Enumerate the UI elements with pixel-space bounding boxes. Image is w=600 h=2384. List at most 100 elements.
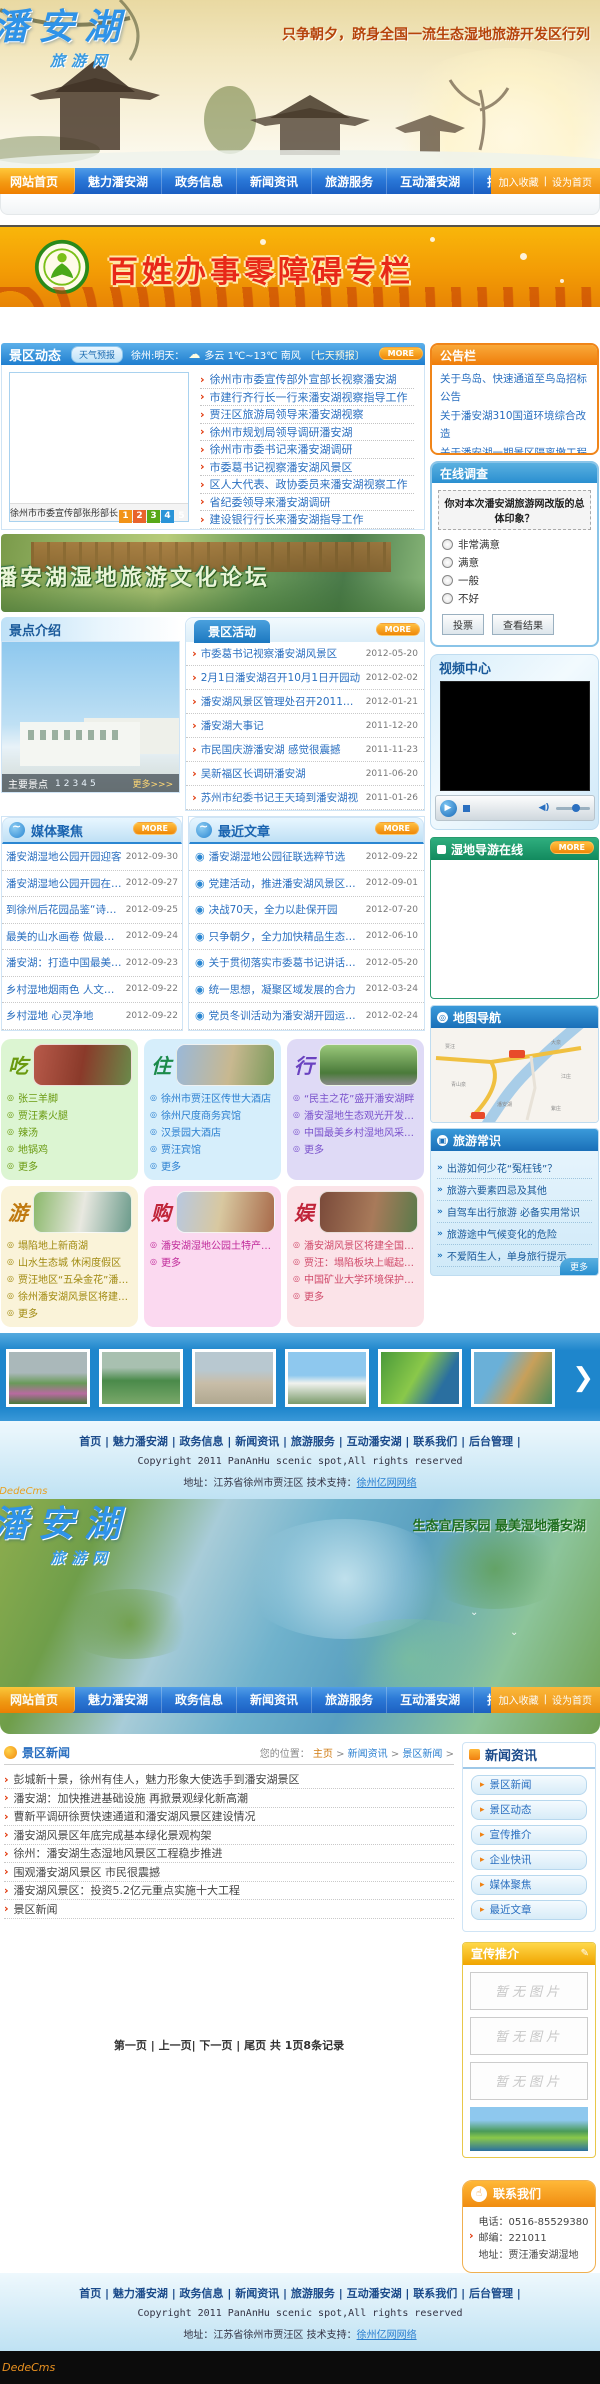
category-link[interactable]: 徐州尺度商务宾馆 <box>161 1107 241 1122</box>
tip-link[interactable]: 出游如何少花“冤枉钱”？ <box>447 1160 557 1175</box>
promo-photo[interactable] <box>470 2107 588 2151</box>
radio-icon[interactable] <box>442 593 453 604</box>
add-favorite-link[interactable]: 加入收藏 <box>499 174 539 189</box>
recent-link[interactable]: 统一思想，凝聚区域发展的合力 <box>209 982 362 997</box>
footer-links[interactable]: 首页 | 魅力潘安湖 | 政务信息 | 新闻资讯 | 旅游服务 | 互动潘安湖 … <box>0 2285 600 2301</box>
category-link[interactable]: 更多 <box>161 1254 181 1269</box>
stop-button-icon[interactable] <box>463 805 470 812</box>
sidebar-menu-item[interactable]: ▸ 企业快讯 <box>471 1850 587 1870</box>
support-link[interactable]: 徐州亿网网络 <box>357 2330 417 2341</box>
radio-icon[interactable] <box>442 539 453 550</box>
radio-icon[interactable] <box>442 575 453 586</box>
spots-page-number[interactable]: 2 <box>64 779 70 789</box>
radio-icon[interactable] <box>442 557 453 568</box>
category-link[interactable]: 贾汪宾馆 <box>161 1141 201 1156</box>
news-link[interactable]: 潘安湖：加快推进基础设施 再掀景观绿化新高潮 <box>14 1790 249 1806</box>
sidebar-menu-item[interactable]: ▸ 景区动态 <box>471 1800 587 1820</box>
activity-link[interactable]: 市民国庆游潘安湖 感觉很震撼 <box>201 742 362 757</box>
sidebar-menu-link[interactable]: 宣传推介 <box>490 1827 532 1842</box>
fun-photo[interactable] <box>319 1191 418 1233</box>
no-image-placeholder[interactable]: 暂无图片 <box>470 2062 588 2100</box>
spots-page-number[interactable]: 4 <box>81 779 87 789</box>
news-link[interactable]: 围观潘安湖风景区 市民很震撼 <box>14 1864 161 1880</box>
category-link[interactable]: 徐州市贾汪区传世大酒店 <box>161 1090 271 1105</box>
activity-link[interactable]: 潘安湖风景区管理处召开2011年度 <box>201 694 362 709</box>
slider-page-number[interactable]: 3 <box>147 510 160 523</box>
weather-badge[interactable]: 天气预报 <box>71 346 123 363</box>
category-link[interactable]: 贾汪：塌陷板块上崛起生态、美丽 <box>304 1254 418 1269</box>
add-favorite-link[interactable]: 加入收藏 <box>499 1692 539 1707</box>
spots-page-number[interactable]: 1 <box>55 779 61 789</box>
category-link[interactable]: 徐州潘安湖风景区将建全国最美乡 <box>18 1288 132 1303</box>
sidebar-menu-link[interactable]: 景区动态 <box>490 1802 532 1817</box>
sidebar-menu-item[interactable]: ▸ 媒体聚焦 <box>471 1875 587 1895</box>
activities-title[interactable]: 景区活动 <box>194 620 270 643</box>
video-screen[interactable] <box>440 681 590 791</box>
category-link[interactable]: 贾汪地区“五朵金花”潘安湖生态纯 <box>18 1271 132 1286</box>
media-link[interactable]: 最美的山水画卷 做最好的旅游 <box>6 929 122 944</box>
activity-link[interactable]: 市委葛书记视察潘安湖风景区 <box>201 646 362 661</box>
news-link[interactable]: 区人大代表、政协委员来潘安湖视察工作 <box>210 476 414 492</box>
strip-photo[interactable] <box>192 1349 276 1407</box>
photo-slider[interactable]: 徐州市市委宣传部张彤部长视察潘 12345 <box>9 372 189 522</box>
nav-item-news[interactable]: 新闻资讯 <box>237 1687 312 1713</box>
news-link[interactable]: 市建行齐行长一行来潘安湖视察指导工作 <box>210 389 414 405</box>
site-logo[interactable]: 潘安湖 旅游网 <box>0 10 130 69</box>
news-link[interactable]: 省纪委领导来潘安湖调研 <box>210 494 414 510</box>
tip-link[interactable]: 旅游途中气候变化的危险 <box>447 1226 557 1241</box>
news-link[interactable]: 景区新闻 <box>14 1901 58 1917</box>
sidebar-menu-link[interactable]: 景区新闻 <box>490 1777 532 1792</box>
breadcrumb-home[interactable]: 主页 <box>313 1749 333 1760</box>
nav-item-home[interactable]: 网站首页 <box>0 168 75 194</box>
tip-link[interactable]: 不爱陌生人，单身旅行提示 <box>447 1248 567 1263</box>
set-home-link[interactable]: 设为首页 <box>552 174 592 189</box>
more-button[interactable]: MORE <box>550 841 594 854</box>
category-link[interactable]: 更多 <box>18 1305 38 1320</box>
media-link[interactable]: 潘安湖湿地公园开园迎客 <box>6 849 122 864</box>
stay-photo[interactable] <box>176 1044 275 1086</box>
media-link[interactable]: 乡村湿地 心灵净地 <box>6 1008 122 1023</box>
strip-photo[interactable] <box>471 1349 555 1407</box>
category-link[interactable]: 汉景园大酒店 <box>161 1124 221 1139</box>
news-link[interactable]: 建设银行行长来潘安湖指导工作 <box>210 511 414 527</box>
sidebar-menu-link[interactable]: 最近文章 <box>490 1902 532 1917</box>
recent-link[interactable]: 党员冬训活动为潘安湖开园运营再 <box>209 1008 362 1023</box>
view-results-button[interactable]: 查看结果 <box>492 614 554 635</box>
breadcrumb-news[interactable]: 新闻资讯 <box>348 1749 388 1760</box>
category-link[interactable]: 中国矿业大学环境保护协会对贾汪 <box>304 1271 418 1286</box>
activity-link[interactable]: 潘安湖大事记 <box>201 718 362 733</box>
news-link[interactable]: 潘安湖风景区年底完成基本绿化景观构架 <box>14 1827 212 1843</box>
recent-link[interactable]: 潘安湖湿地公园征联选粹节选 <box>209 849 362 864</box>
tips-more-button[interactable]: 更多 <box>560 1258 598 1275</box>
nav-item-travel[interactable]: 旅游服务 <box>312 1687 387 1713</box>
strip-photo[interactable] <box>99 1349 183 1407</box>
category-link[interactable]: “民主之花”盛开潘安湖畔 <box>304 1090 414 1105</box>
nav-item-news[interactable]: 新闻资讯 <box>237 168 312 194</box>
category-link[interactable]: 潘安湖风景区将建全国最美乡村生 <box>304 1237 418 1252</box>
volume-icon[interactable]: ◀) <box>538 803 549 813</box>
next-arrow-icon[interactable]: ❯ <box>572 1363 594 1393</box>
category-link[interactable]: 潘安湖湿地公园土特产购物一条街 <box>161 1237 275 1252</box>
more-button[interactable]: MORE <box>376 623 420 636</box>
activity-link[interactable]: 苏州市纪委书记王天琦到潘安湖视 <box>201 790 362 805</box>
seven-day-forecast-link[interactable]: 〔七天预报〕 <box>305 347 365 362</box>
category-link[interactable]: 张三羊脚 <box>18 1090 58 1105</box>
recent-link[interactable]: 关于贯彻落实市委葛书记讲话精神 <box>209 955 362 970</box>
more-button[interactable]: MORE <box>375 822 419 835</box>
play-button-icon[interactable]: ▶ <box>440 800 457 817</box>
footer-links[interactable]: 首页 | 魅力潘安湖 | 政务信息 | 新闻资讯 | 旅游服务 | 互动潘安湖 … <box>0 1433 600 1449</box>
news-link[interactable]: 徐州市规划局领导调研潘安湖 <box>210 424 414 440</box>
vote-button[interactable]: 投票 <box>442 614 484 635</box>
category-link[interactable]: 贾汪素火腿 <box>18 1107 68 1122</box>
tip-link[interactable]: 自驾车出行旅游 必备实用常识 <box>447 1204 580 1219</box>
category-link[interactable]: 中国最美乡村湿地风采新贾汪 <box>304 1124 418 1139</box>
category-link[interactable]: 更多 <box>304 1288 324 1303</box>
strip-photo[interactable] <box>285 1349 369 1407</box>
category-link[interactable]: 更多 <box>304 1141 324 1156</box>
breadcrumb-current[interactable]: 景区新闻 <box>402 1749 442 1760</box>
media-link[interactable]: 到徐州后花园品鉴“诗画潘安” <box>6 902 122 917</box>
more-button[interactable]: MORE <box>133 822 177 835</box>
nav-item-charm[interactable]: 魅力潘安湖 <box>75 1687 162 1713</box>
strip-photo[interactable] <box>6 1349 90 1407</box>
sidebar-menu-item[interactable]: ▸ 宣传推介 <box>471 1825 587 1845</box>
